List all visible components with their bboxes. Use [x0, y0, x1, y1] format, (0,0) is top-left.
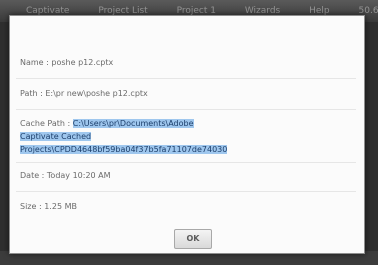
divider	[16, 191, 356, 192]
cache-path-value-line2[interactable]: Captivate Cached	[20, 132, 92, 141]
path-label: Path :	[20, 89, 43, 98]
name-value: poshe p12.cptx	[51, 58, 114, 67]
divider	[16, 162, 356, 163]
cache-path-label: Cache Path :	[20, 119, 71, 128]
size-value: 1.25 MB	[44, 202, 77, 211]
date-value: Today 10:20 AM	[46, 171, 111, 180]
size-label: Size :	[20, 202, 42, 211]
divider	[16, 78, 356, 79]
divider	[16, 109, 356, 110]
name-label: Name :	[20, 58, 49, 67]
cache-path-value-line3[interactable]: Projects\CPDD4648bf59ba04f37b5fa71107de7…	[20, 145, 228, 154]
date-label: Date :	[20, 171, 45, 180]
file-info-dialog: Name : poshe p12.cptx Path : E:\pr new\p…	[9, 15, 365, 254]
path-row: Path : E:\pr new\poshe p12.cptx	[20, 89, 148, 98]
cache-path-value-line1[interactable]: C:\Users\pr\Documents\Adobe	[72, 119, 194, 128]
cache-path-row: Cache Path : C:\Users\pr\Documents\Adobe…	[20, 117, 360, 156]
size-row: Size : 1.25 MB	[20, 202, 77, 211]
date-row: Date : Today 10:20 AM	[20, 171, 111, 180]
path-value: E:\pr new\poshe p12.cptx	[45, 89, 148, 98]
ok-button[interactable]: OK	[174, 229, 212, 249]
name-row: Name : poshe p12.cptx	[20, 58, 113, 67]
